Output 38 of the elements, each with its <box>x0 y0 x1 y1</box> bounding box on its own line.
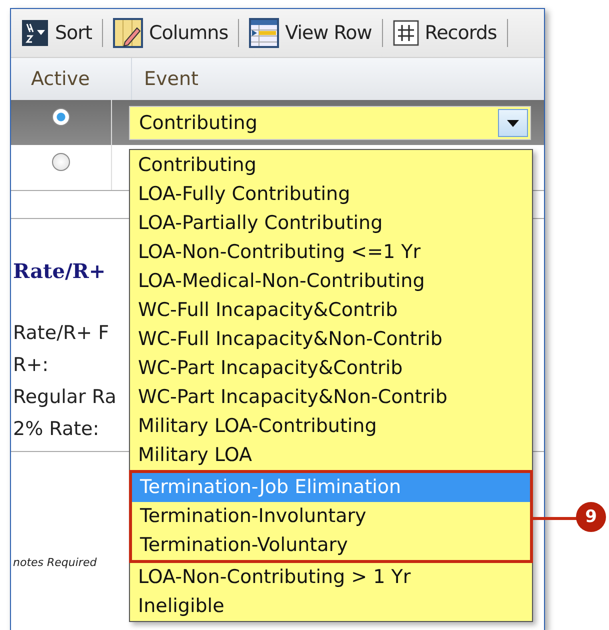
column-header: Active <box>31 68 90 90</box>
dropdown-option[interactable]: WC-Full Incapacity&Contrib <box>130 296 532 325</box>
toolbar-button[interactable]: View Row <box>245 18 376 48</box>
table-row-icon <box>249 18 280 48</box>
dropdown-option[interactable]: Contributing <box>130 151 532 180</box>
radio-button[interactable] <box>52 108 70 126</box>
field-label: R+: <box>13 353 49 378</box>
dropdown-option[interactable]: Termination-Involuntary <box>132 502 530 531</box>
dropdown-option[interactable]: LOA-Fully Contributing <box>130 180 532 209</box>
toolbar-button[interactable]: Records <box>388 20 501 46</box>
field-label: Regular Ra <box>13 385 116 410</box>
dropdown-option[interactable]: Military LOA <box>130 441 532 470</box>
dropdown-option[interactable]: WC-Full Incapacity&Non-Contrib <box>130 325 532 354</box>
dropdown-option[interactable]: LOA-Non-Contributing <=1 Yr <box>130 238 532 267</box>
dropdown-option[interactable]: Military LOA-Contributing <box>130 412 532 441</box>
dropdown-option[interactable]: LOA-Medical-Non-Contributing <box>130 267 532 296</box>
radio-button[interactable] <box>52 153 70 171</box>
hash-icon <box>392 20 419 46</box>
table-row[interactable]: Contributing <box>11 100 544 145</box>
dropdown-button[interactable] <box>498 109 528 137</box>
dropdown-option[interactable]: Termination-Voluntary <box>132 531 530 560</box>
dropdown-option[interactable]: LOA-Non-Contributing > 1 Yr <box>130 563 532 592</box>
toolbar-button[interactable]: Sort <box>17 19 96 47</box>
dropdown-option[interactable]: Ineligible <box>130 592 532 621</box>
toolbar-button[interactable]: Columns <box>108 18 232 48</box>
footnote: notes Required <box>13 556 97 569</box>
callout-number: 9 <box>576 502 606 532</box>
dropdown-option[interactable]: LOA-Partially Contributing <box>130 209 532 238</box>
column-header: Event <box>144 68 198 90</box>
caret-icon <box>507 120 519 126</box>
edit-columns-icon <box>112 18 143 48</box>
sort-icon <box>21 19 49 47</box>
section-title: Rate/R+ <box>13 259 106 283</box>
event-dropdown[interactable]: Contributing <box>129 106 531 140</box>
field-label: Rate/R+ F <box>13 321 110 346</box>
field-label: 2% Rate: <box>13 417 100 442</box>
dropdown-option[interactable]: WC-Part Incapacity&Non-Contrib <box>130 383 532 412</box>
dropdown-option[interactable]: WC-Part Incapacity&Contrib <box>130 354 532 383</box>
